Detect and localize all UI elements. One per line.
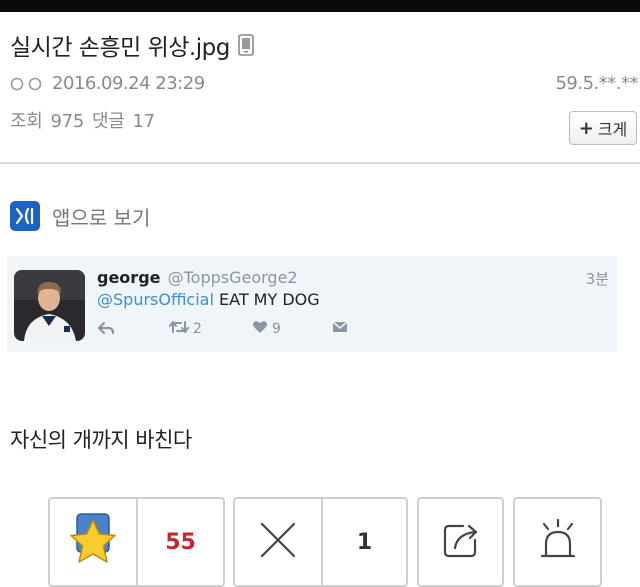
like-count: 9 [272,321,281,337]
open-in-app-link[interactable]: 앱으로 보기 [10,201,150,231]
app-logo-icon [10,201,40,231]
downvote-group: 1 [233,497,408,587]
author-ip: 59.5.**.** [555,73,638,94]
retweet-icon [169,320,189,338]
upvote-count: 55 [165,529,196,555]
reply-icon[interactable] [97,320,115,336]
post-title: 실시간 손흥민 위상.jpg [10,35,230,61]
heart-icon [252,320,268,338]
enlarge-label: 크게 [597,120,628,139]
post-stats: 조회 975 댓글 17 [10,107,163,133]
upvote-count-cell: 55 [136,499,223,585]
header-divider [0,162,640,164]
retweet-count: 2 [193,321,202,337]
tweet-actions: 2 9 [97,320,377,342]
status-bar [0,0,640,12]
share-button[interactable] [419,499,502,585]
post-title-row: 실시간 손흥민 위상.jpg [10,28,254,62]
author-info[interactable]: 2016.09.24 23:29 [10,73,205,94]
downvote-count-cell: 1 [321,499,406,585]
downvote-count: 1 [356,529,373,555]
tweet-text: @SpursOfficial EAT MY DOG [97,290,320,309]
tweet-time: 3분 [585,270,609,288]
upvote-group: 55 [48,497,225,587]
report-button[interactable] [515,499,600,585]
open-in-app-label: 앱으로 보기 [52,205,151,230]
tweet-avatar[interactable] [14,270,85,341]
mobile-phone-icon [238,34,254,56]
post-timestamp: 2016.09.24 23:29 [52,73,205,94]
share-group [417,497,504,587]
star-icon [67,512,119,572]
downvote-button[interactable] [235,499,321,585]
post-meta: 2016.09.24 23:29 59.5.**.** [10,73,638,99]
tweet-author-handle[interactable]: @ToppsGeorge2 [168,268,298,287]
tweet-mention-link[interactable]: @SpursOfficial [97,290,214,309]
siren-icon [536,518,580,566]
embedded-tweet[interactable]: george @ToppsGeorge2 3분 @SpursOfficial E… [7,256,617,352]
comments-count: 17 [132,111,156,132]
retweet-action[interactable]: 2 [169,320,202,338]
enlarge-button[interactable]: + 크게 [569,111,637,145]
post-body: 자신의 개까지 바친다 [10,428,192,452]
plus-icon: + [578,117,594,139]
envelope-icon[interactable] [332,320,348,333]
share-icon [441,520,481,564]
comments-label: 댓글 [92,111,125,132]
like-action[interactable]: 9 [252,320,281,338]
tweet-body: EAT MY DOG [213,290,320,309]
x-icon [259,521,297,563]
tweet-author-name[interactable]: george [97,268,161,287]
tweet-author-line: george @ToppsGeorge2 [97,268,298,287]
views-count: 975 [50,111,85,132]
upvote-button[interactable] [50,499,136,585]
author-rings-icon [10,77,44,91]
report-group [513,497,602,587]
views-label: 조회 [10,111,43,132]
